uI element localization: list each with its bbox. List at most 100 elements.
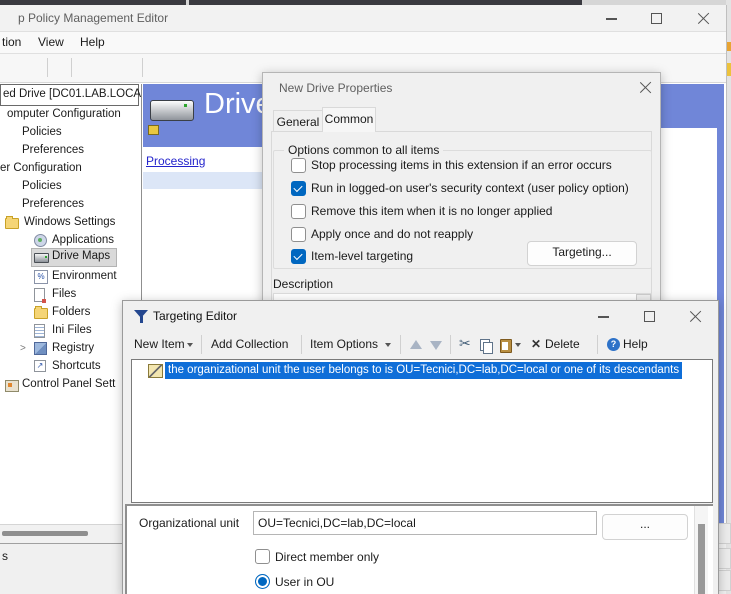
move-up-icon[interactable] — [410, 340, 422, 349]
user-in-ou-radio[interactable] — [255, 574, 270, 589]
status-text-fragment: s — [2, 549, 8, 563]
new-item-button[interactable]: New Item — [134, 337, 185, 351]
scrollbar-thumb[interactable] — [2, 531, 88, 536]
tree-item-user-configuration[interactable]: er Configuration — [0, 160, 141, 177]
paste-icon[interactable] — [500, 339, 512, 353]
delete-button[interactable]: Delete — [545, 337, 580, 351]
toolbar-separator — [597, 335, 598, 354]
funnel-icon — [134, 310, 148, 318]
pane-highlight-band — [143, 172, 262, 189]
tree-item-control-panel-settings[interactable]: Control Panel Sett — [0, 376, 141, 393]
menu-help[interactable]: Help — [80, 35, 105, 49]
dialog-title: New Drive Properties — [279, 81, 392, 95]
menu-action[interactable]: tion — [2, 35, 21, 49]
help-icon[interactable]: ? — [607, 338, 620, 351]
run-in-context-checkbox[interactable] — [291, 181, 306, 196]
targeting-items-list[interactable]: the organizational unit the user belongs… — [131, 359, 713, 503]
ou-item-icon — [148, 364, 163, 378]
background-scroll-button — [718, 548, 731, 569]
toolbar-separator — [47, 58, 48, 77]
tree-item-root[interactable]: ed Drive [DC01.LAB.LOCA — [0, 84, 139, 106]
maximize-button[interactable] — [643, 309, 657, 323]
close-icon[interactable] — [639, 80, 653, 94]
drive-header-icon — [150, 100, 194, 121]
tree-item-policies[interactable]: Policies — [0, 124, 141, 141]
move-down-icon[interactable] — [430, 341, 442, 350]
remove-item-label[interactable]: Remove this item when it is no longer ap… — [311, 204, 552, 218]
toolbar-separator — [301, 335, 302, 354]
tree-item-drive-maps[interactable]: Drive Maps — [0, 248, 141, 265]
organizational-unit-label: Organizational unit — [139, 516, 239, 530]
item-level-targeting-checkbox[interactable] — [291, 249, 306, 264]
chevron-down-icon[interactable] — [187, 343, 193, 347]
tree-item-policies[interactable]: Policies — [0, 178, 141, 195]
tree-item-registry[interactable]: > Registry — [0, 340, 141, 357]
help-button[interactable]: Help — [623, 337, 648, 351]
stop-processing-checkbox[interactable] — [291, 158, 306, 173]
panel-vertical-scrollbar[interactable] — [694, 506, 708, 594]
apply-once-label[interactable]: Apply once and do not reapply — [311, 227, 473, 241]
environment-icon: % — [34, 270, 48, 284]
tree-item-preferences[interactable]: Preferences — [0, 142, 141, 159]
add-collection-button[interactable]: Add Collection — [211, 337, 288, 351]
ou-properties-panel: Organizational unit ... Direct member on… — [125, 504, 713, 594]
chevron-down-icon[interactable] — [385, 343, 391, 347]
direct-member-only-label[interactable]: Direct member only — [275, 550, 379, 564]
targeting-button[interactable]: Targeting... — [527, 241, 637, 266]
dialog-title: Targeting Editor — [153, 309, 237, 323]
tree-horizontal-scrollbar[interactable] — [0, 524, 141, 543]
targeting-editor-dialog: Targeting Editor New Item Add Collection… — [122, 300, 719, 594]
tree-item-applications[interactable]: Applications — [0, 232, 141, 249]
background-icon-sliver — [727, 63, 731, 76]
tree-item-folders[interactable]: Folders — [0, 304, 141, 321]
background-scroll-button — [718, 523, 731, 544]
ini-files-icon — [34, 324, 45, 338]
direct-member-only-checkbox[interactable] — [255, 549, 270, 564]
drive-maps-icon — [34, 253, 49, 263]
apply-once-checkbox[interactable] — [291, 227, 306, 242]
close-button[interactable] — [697, 11, 711, 25]
item-options-button[interactable]: Item Options — [310, 337, 378, 351]
tab-general[interactable]: General — [273, 110, 323, 132]
delete-x-icon[interactable]: ✕ — [531, 337, 541, 351]
copy-icon[interactable] — [480, 339, 490, 351]
close-button[interactable] — [689, 309, 703, 323]
user-in-ou-label[interactable]: User in OU — [275, 575, 334, 589]
gpme-window-title: p Policy Management Editor — [18, 11, 168, 25]
tree-item-preferences[interactable]: Preferences — [0, 196, 141, 213]
tree-item-shortcuts[interactable]: ↗ Shortcuts — [0, 358, 141, 375]
tree-item-environment[interactable]: % Environment — [0, 268, 141, 285]
drive-header-network-icon — [148, 125, 159, 135]
minimize-button[interactable] — [597, 308, 611, 322]
browse-button[interactable]: ... — [602, 514, 688, 540]
group-box-title: Options common to all items — [284, 143, 443, 157]
processing-link[interactable]: Processing — [146, 154, 205, 168]
description-label: Description — [273, 277, 333, 291]
gpme-menu-bar: tion View Help — [0, 32, 726, 53]
scrollbar-thumb[interactable] — [698, 524, 705, 594]
expand-chevron-icon[interactable]: > — [20, 343, 26, 354]
chevron-down-icon[interactable] — [515, 343, 521, 347]
targeting-item-selected[interactable]: the organizational unit the user belongs… — [165, 362, 682, 379]
menu-view[interactable]: View — [38, 35, 64, 49]
tree-item-windows-settings[interactable]: Windows Settings — [0, 214, 141, 231]
tab-common[interactable]: Common — [322, 107, 376, 132]
shortcuts-icon: ↗ — [34, 360, 46, 372]
minimize-button[interactable] — [605, 10, 619, 24]
cut-icon[interactable]: ✂ — [459, 335, 471, 352]
background-scroll-button — [718, 570, 731, 591]
toolbar-separator — [201, 335, 202, 354]
tree-item-files[interactable]: Files — [0, 286, 141, 303]
targeting-toolbar: New Item Add Collection Item Options ✂ ✕… — [123, 331, 716, 359]
stop-processing-label[interactable]: Stop processing items in this extension … — [311, 158, 612, 172]
tree-item-computer-configuration[interactable]: omputer Configuration — [0, 106, 141, 123]
maximize-button[interactable] — [650, 11, 664, 25]
remove-item-checkbox[interactable] — [291, 204, 306, 219]
item-level-targeting-label[interactable]: Item-level targeting — [311, 249, 413, 263]
run-in-context-label[interactable]: Run in logged-on user's security context… — [311, 181, 629, 195]
toolbar-separator — [450, 335, 451, 354]
ou-input[interactable] — [253, 511, 597, 535]
toolbar-separator — [400, 335, 401, 354]
tree-item-ini-files[interactable]: Ini Files — [0, 322, 141, 339]
toolbar-separator — [142, 58, 143, 77]
